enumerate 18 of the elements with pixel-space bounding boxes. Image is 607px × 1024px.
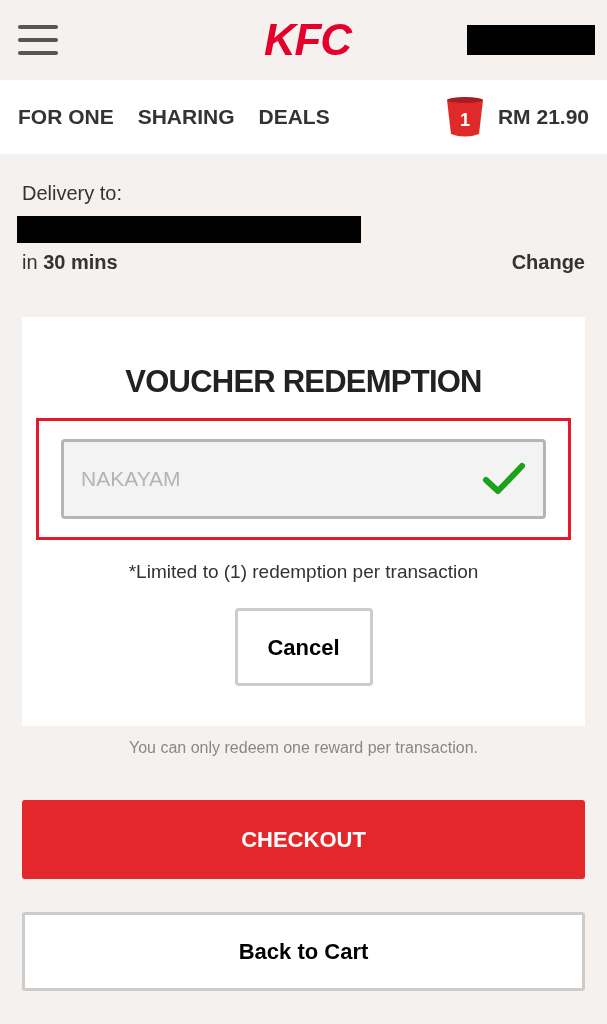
voucher-title: VOUCHER REDEMPTION xyxy=(125,363,482,401)
kfc-logo[interactable]: KFC xyxy=(263,18,352,62)
nav-link[interactable]: FOR ONE xyxy=(18,101,114,133)
voucher-code: NAKAYAM xyxy=(81,465,182,492)
reward-note: You can only redeem one reward per transaction. xyxy=(128,738,479,758)
change-link[interactable]: Change xyxy=(511,247,585,277)
delivery-label: Delivery to: xyxy=(22,181,124,206)
checkout-button[interactable]: CHECKOUT xyxy=(22,800,585,879)
menu-icon[interactable] xyxy=(18,25,58,55)
back-to-cart-button[interactable]: Back to Cart xyxy=(22,912,585,991)
nav-link[interactable]: SHARING xyxy=(137,101,235,133)
bucket-icon[interactable]: 1 xyxy=(445,96,484,138)
cart-total: RM 21.90 xyxy=(497,104,589,131)
nav-link[interactable]: DEALS xyxy=(258,101,330,133)
delivery-eta: in 30 mins xyxy=(22,250,118,275)
cancel-button[interactable]: Cancel xyxy=(234,608,373,686)
cart-count: 1 xyxy=(459,108,470,132)
limit-note: *Limited to (1) redemption per transaction xyxy=(128,559,479,584)
